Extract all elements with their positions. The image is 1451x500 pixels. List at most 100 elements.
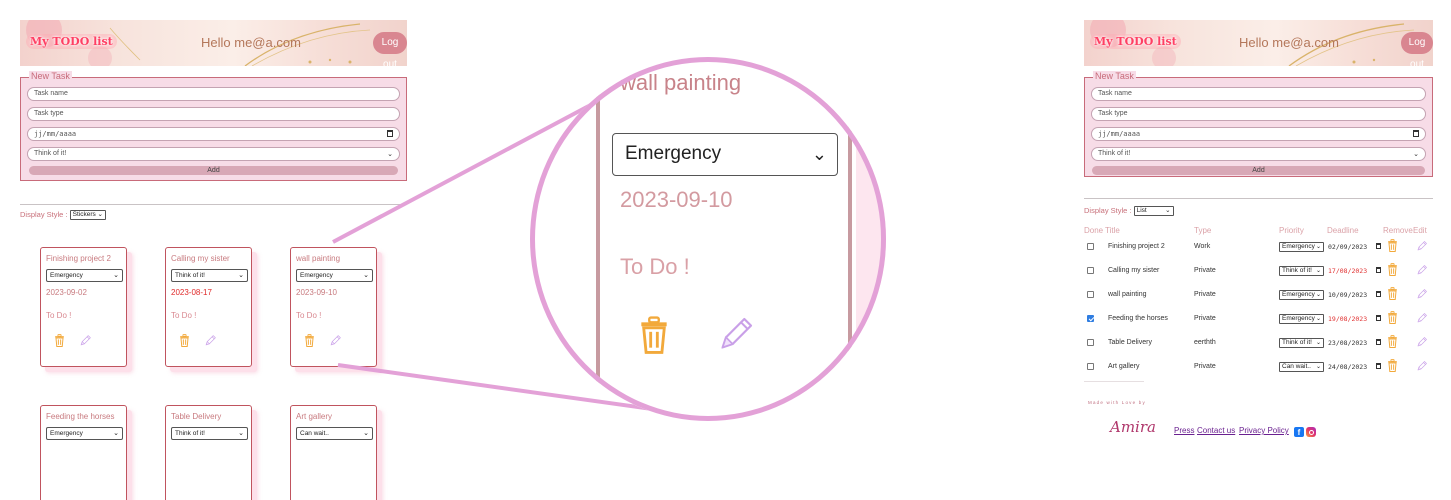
calendar-icon[interactable] (1376, 291, 1381, 297)
sticker-date: 2023-09-02 (46, 288, 87, 297)
calendar-icon[interactable] (1413, 130, 1419, 137)
row-title: Table Delivery (1108, 339, 1152, 346)
logout-button[interactable]: Log out (373, 32, 407, 66)
done-checkbox[interactable] (1087, 363, 1094, 370)
sticker-title: Feeding the horses (46, 412, 115, 421)
trash-icon[interactable] (179, 334, 190, 347)
add-task-button[interactable]: Add (29, 166, 398, 175)
task-sticker: Calling my sister Think of it! ⌄ 2023-08-… (165, 247, 252, 367)
column-header-priority: Priority (1279, 226, 1304, 235)
display-style-select[interactable]: List ⌄ (1133, 206, 1174, 217)
task-type-input[interactable]: Task type (27, 107, 400, 121)
row-deadline[interactable]: 17/08/2023 (1328, 267, 1367, 275)
trash-icon[interactable] (638, 316, 670, 354)
row-priority-select[interactable]: Think of it! ⌄ (1279, 266, 1324, 276)
row-title: Calling my sister (1108, 267, 1160, 274)
sticker-date: 2023-09-10 (296, 288, 337, 297)
calendar-icon[interactable] (1376, 339, 1381, 345)
row-title: Finishing project 2 (1108, 243, 1165, 250)
calendar-icon[interactable] (1376, 243, 1381, 249)
row-deadline[interactable]: 24/08/2023 (1328, 363, 1367, 371)
trash-icon[interactable] (1387, 263, 1398, 276)
footer-link-privacy[interactable]: Privacy Policy (1239, 426, 1289, 435)
pencil-icon[interactable] (79, 334, 92, 347)
sticker-priority-select[interactable]: Think of it! ⌄ (171, 427, 248, 440)
done-checkbox[interactable] (1087, 291, 1094, 298)
display-style-control: Display Style : List ⌄ (1084, 206, 1174, 217)
sticker-priority-value: Emergency (50, 272, 83, 279)
pencil-icon[interactable] (1416, 240, 1428, 252)
trash-icon[interactable] (1387, 335, 1398, 348)
header-banner: My TODO list Hello me@a.com Log out (20, 20, 407, 66)
pencil-icon[interactable] (716, 314, 756, 354)
sticker-priority-select[interactable]: Can wait.. ⌄ (296, 427, 373, 440)
row-priority-select[interactable]: Emergency ⌄ (1279, 290, 1324, 300)
signature: Amira (1110, 418, 1156, 436)
row-title: Feeding the horses (1108, 315, 1168, 322)
row-deadline[interactable]: 10/09/2023 (1328, 291, 1367, 299)
row-priority-select[interactable]: Can wait.. ⌄ (1279, 362, 1324, 372)
zoom-status: To Do ! (620, 254, 690, 279)
row-priority-select[interactable]: Think of it! ⌄ (1279, 338, 1324, 348)
column-header-edit: Edit (1413, 226, 1427, 235)
row-priority-select[interactable]: Emergency ⌄ (1279, 242, 1324, 252)
row-deadline[interactable]: 02/09/2023 (1328, 243, 1367, 251)
trash-icon[interactable] (1387, 311, 1398, 324)
sticker-priority-select[interactable]: Emergency ⌄ (46, 269, 123, 282)
done-checkbox[interactable] (1087, 339, 1094, 346)
app-logo[interactable]: My TODO list (26, 34, 117, 49)
add-task-button[interactable]: Add (1092, 166, 1425, 175)
calendar-icon[interactable] (1376, 267, 1381, 273)
calendar-icon[interactable] (1376, 315, 1381, 321)
pencil-icon[interactable] (1416, 360, 1428, 372)
trash-icon[interactable] (1387, 239, 1398, 252)
task-name-input[interactable]: Task name (1091, 87, 1426, 101)
sticker-status: To Do ! (171, 311, 197, 320)
pencil-icon[interactable] (1416, 312, 1428, 324)
task-type-input[interactable]: Task type (1091, 107, 1426, 121)
app-logo[interactable]: My TODO list (1090, 34, 1181, 49)
sticker-title: Art gallery (296, 412, 333, 421)
trash-icon[interactable] (1387, 287, 1398, 300)
instagram-icon[interactable] (1306, 427, 1316, 437)
facebook-icon[interactable]: f (1294, 427, 1304, 437)
trash-icon[interactable] (1387, 359, 1398, 372)
zoom-priority-select[interactable]: Emergency ⌄ (612, 133, 838, 176)
footer-link-contact[interactable]: Contact us (1197, 426, 1235, 435)
done-checkbox[interactable] (1087, 243, 1094, 250)
done-checkbox[interactable] (1087, 315, 1094, 322)
sticker-priority-select[interactable]: Emergency ⌄ (296, 269, 373, 282)
row-type: Private (1194, 291, 1216, 298)
row-priority-select[interactable]: Emergency ⌄ (1279, 314, 1324, 324)
display-style-label: Display Style : (20, 210, 68, 219)
row-deadline[interactable]: 19/08/2023 (1328, 315, 1367, 323)
logout-button[interactable]: Log out (1401, 32, 1433, 66)
section-divider (1084, 198, 1433, 199)
task-sticker: Finishing project 2 Emergency ⌄ 2023-09-0… (40, 247, 127, 367)
row-type: Private (1194, 363, 1216, 370)
pencil-icon[interactable] (1416, 336, 1428, 348)
done-checkbox[interactable] (1087, 267, 1094, 274)
priority-select[interactable]: Think of it! ⌄ (1091, 147, 1426, 161)
deadline-date-input[interactable]: jj/mm/aaaa (1091, 127, 1426, 141)
sticker-priority-select[interactable]: Think of it! ⌄ (171, 269, 248, 282)
deadline-date-input[interactable]: jj/mm/aaaa (27, 127, 400, 141)
task-name-input[interactable]: Task name (27, 87, 400, 101)
chevron-down-icon: ⌄ (238, 430, 244, 437)
trash-icon[interactable] (304, 334, 315, 347)
sticker-priority-select[interactable]: Emergency ⌄ (46, 427, 123, 440)
pencil-icon[interactable] (1416, 288, 1428, 300)
row-deadline[interactable]: 23/08/2023 (1328, 339, 1367, 347)
display-style-select[interactable]: Stickers ⌄ (69, 210, 107, 221)
pencil-icon[interactable] (1416, 264, 1428, 276)
pencil-icon[interactable] (204, 334, 217, 347)
calendar-icon[interactable] (1376, 363, 1381, 369)
priority-select[interactable]: Think of it! ⌄ (27, 147, 400, 161)
trash-icon[interactable] (54, 334, 65, 347)
task-sticker: Art gallery Can wait.. ⌄ (290, 405, 377, 500)
footer-link-press[interactable]: Press (1174, 426, 1194, 435)
sticker-status: To Do ! (296, 311, 322, 320)
calendar-icon[interactable] (387, 130, 393, 137)
sticker-title: Calling my sister (171, 254, 230, 263)
pencil-icon[interactable] (329, 334, 342, 347)
